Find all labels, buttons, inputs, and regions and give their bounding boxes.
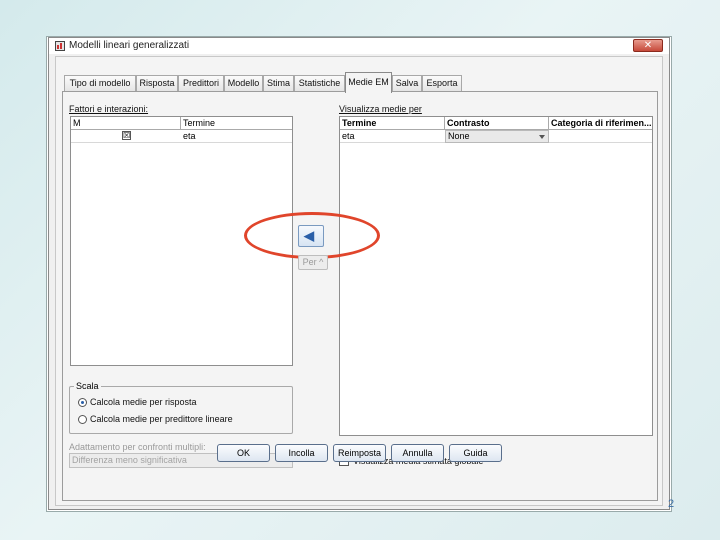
tab-predictors[interactable]: Predittori <box>178 75 224 92</box>
em-means-panel: Fattori e interazioni: M Termine ☒ eta V… <box>62 91 658 501</box>
move-right-button[interactable]: ◀ <box>298 225 324 247</box>
tab-em-means[interactable]: Medie EM <box>345 72 392 93</box>
chevron-down-icon <box>539 135 545 139</box>
col-header-m: M <box>71 117 181 130</box>
help-button[interactable]: Guida <box>449 444 502 462</box>
adjustment-value: Differenza meno significativa <box>72 455 187 465</box>
col-header-term: Termine <box>340 117 445 130</box>
display-means-header: Termine Contrasto Categoria di riferimen… <box>340 117 652 130</box>
tab-model-type[interactable]: Tipo di modello <box>64 75 136 92</box>
dialog-content: Tipo di modello Risposta Predittori Mode… <box>55 56 663 506</box>
tab-save[interactable]: Salva <box>392 75 422 92</box>
means-term: eta <box>342 131 355 141</box>
cancel-button[interactable]: Annulla <box>391 444 444 462</box>
dialog-window: Modelli lineari generalizzati ✕ Tipo di … <box>48 37 670 510</box>
factor-term: eta <box>183 131 196 141</box>
tab-model[interactable]: Modello <box>224 75 263 92</box>
radio-linear-predictor-label[interactable]: Calcola medie per predittore lineare <box>90 414 233 424</box>
factors-header: M Termine <box>71 117 292 130</box>
factor-row[interactable]: ☒ eta <box>71 130 292 143</box>
page-number: 2 <box>668 498 675 510</box>
contrast-dropdown[interactable]: None <box>445 130 549 143</box>
window-title: Modelli lineari generalizzati <box>69 40 190 51</box>
tab-response[interactable]: Risposta <box>136 75 178 92</box>
factors-label: Fattori e interazioni: <box>69 104 149 114</box>
tab-export[interactable]: Esporta <box>422 75 462 92</box>
tab-estimation[interactable]: Stima <box>263 75 294 92</box>
reference-category[interactable] <box>549 130 551 143</box>
title-bar: Modelli lineari generalizzati ✕ <box>49 38 669 54</box>
col-header-term: Termine <box>183 118 216 128</box>
radio-response[interactable] <box>78 398 87 407</box>
display-means-list[interactable]: Termine Contrasto Categoria di riferimen… <box>339 116 653 436</box>
radio-response-label[interactable]: Calcola medie per risposta <box>90 397 197 407</box>
by-button[interactable]: Per ^ <box>298 255 328 270</box>
contrast-value: None <box>448 131 470 141</box>
display-means-label: Visualizza medie per <box>339 104 422 114</box>
col-header-contrast: Contrasto <box>445 117 549 130</box>
arrow-left-icon: ◀ <box>304 228 314 243</box>
display-means-row[interactable]: eta None <box>340 130 652 143</box>
app-icon <box>55 41 65 51</box>
factor-checkbox[interactable]: ☒ <box>122 131 131 140</box>
paste-button[interactable]: Incolla <box>275 444 328 462</box>
col-header-reference: Categoria di riferimen... <box>551 118 652 128</box>
reset-button[interactable]: Reimposta <box>333 444 386 462</box>
radio-linear-predictor[interactable] <box>78 415 87 424</box>
scale-legend: Scala <box>74 381 101 391</box>
close-button[interactable]: ✕ <box>633 39 663 52</box>
adjustment-label: Adattamento per confronti multipli: <box>69 442 206 452</box>
ok-button[interactable]: OK <box>217 444 270 462</box>
tab-statistics[interactable]: Statistiche <box>294 75 345 92</box>
scale-group: Scala Calcola medie per risposta Calcola… <box>69 381 293 434</box>
